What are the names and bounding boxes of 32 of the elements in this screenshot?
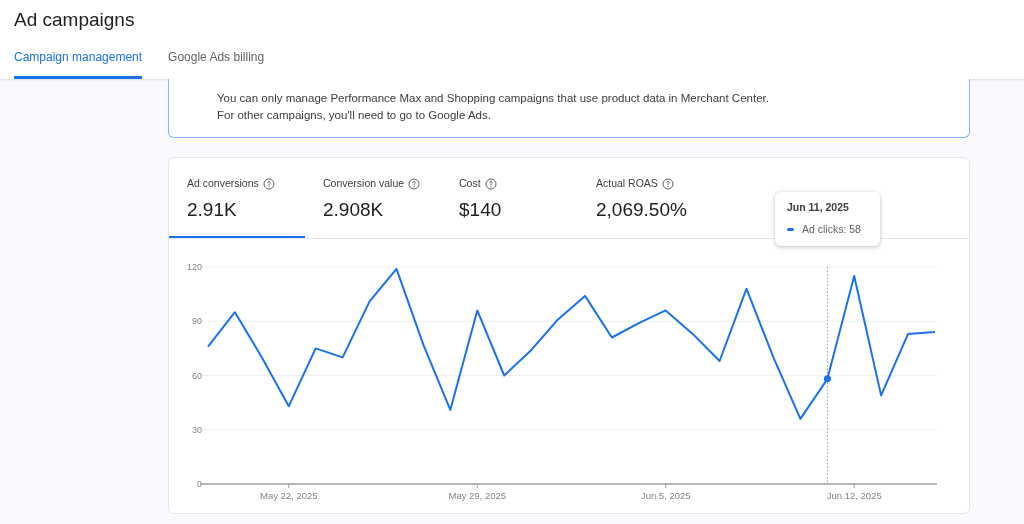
axis-label: May 22, 2025: [260, 490, 318, 501]
help-icon[interactable]: [661, 177, 674, 190]
metric-value: $140: [459, 197, 502, 222]
tooltip-date: Jun 11, 2025: [787, 200, 849, 215]
metric-tab[interactable]: Cost $140: [441, 158, 578, 238]
help-icon[interactable]: [408, 177, 421, 190]
metric-label: Cost: [459, 176, 481, 191]
help-icon[interactable]: [484, 177, 497, 190]
metric-label: Conversion value: [323, 176, 405, 191]
legend-swatch-icon: [787, 228, 794, 232]
page-title: Ad campaigns: [14, 8, 135, 32]
metric-value: 2.91K: [187, 197, 237, 222]
axis-label: 30: [192, 424, 202, 435]
tab[interactable]: Campaign management: [14, 48, 143, 79]
tab[interactable]: Google Ads billing: [168, 48, 265, 79]
axis-label: 60: [192, 370, 202, 381]
banner-text: You can only manage Performance Max and Shopping campaigns that use product data in Merchant Center. For other campaigns, you'll need to go to Google Ads.: [217, 91, 770, 123]
metric-value: 2,069.50%: [596, 197, 687, 222]
tooltip-value: Ad clicks: 58: [802, 221, 861, 237]
metric-tab[interactable]: Ad conversions 2.91K: [169, 158, 305, 238]
axis-label: 0: [197, 479, 202, 489]
metric-tab[interactable]: Actual ROAS 2,069.50%: [578, 158, 714, 238]
help-icon[interactable]: [262, 177, 275, 190]
metric-label: Ad conversions: [187, 176, 259, 191]
axis-label: Jun 5, 2025: [640, 490, 691, 501]
metric-tab[interactable]: Conversion value 2.908K: [305, 158, 441, 238]
metric-label: Actual ROAS: [596, 176, 658, 191]
axis-label: May 29, 2025: [448, 490, 507, 501]
metric-value: 2.908K: [323, 197, 384, 222]
axis-label: 120: [186, 262, 202, 272]
axis-label: Jun 12, 2025: [826, 490, 882, 501]
axis-label: 90: [192, 316, 202, 327]
